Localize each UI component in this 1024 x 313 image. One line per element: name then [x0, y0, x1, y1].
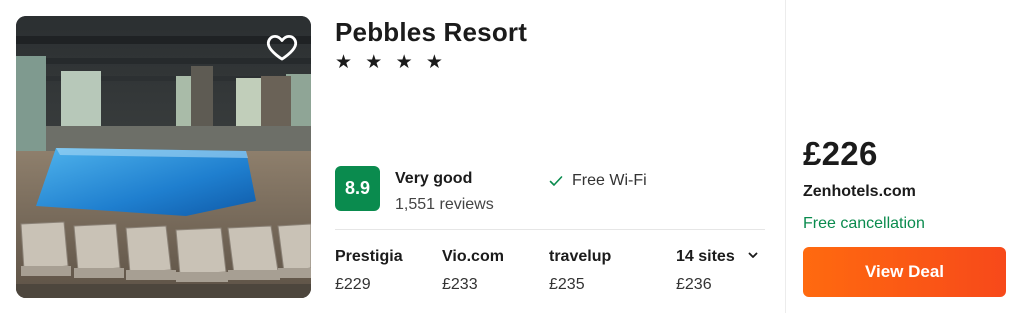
review-verdict: Very good	[395, 170, 473, 187]
provider-option[interactable]: Vio.com £233	[442, 248, 504, 294]
deal-price[interactable]: £226	[803, 135, 878, 173]
star-rating: ★ ★ ★ ★	[335, 52, 447, 73]
free-cancellation-label: Free cancellation	[803, 215, 925, 232]
provider-price: £229	[335, 276, 371, 293]
best-deal-panel: £226 Zenhotels.com Free cancellation Vie…	[803, 0, 1008, 313]
heart-outline-icon	[266, 34, 298, 61]
provider-price: £235	[549, 276, 585, 293]
view-deal-button[interactable]: View Deal	[803, 247, 1006, 297]
more-sites-label: 14 sites	[676, 248, 735, 265]
hotel-name[interactable]: Pebbles Resort	[335, 17, 527, 48]
hotel-info: Pebbles Resort ★ ★ ★ ★ 8.9 Very good 1,5…	[335, 0, 765, 313]
review-score-badge: 8.9	[335, 166, 380, 211]
provider-option[interactable]: travelup £235	[549, 248, 611, 294]
provider-name: Vio.com	[442, 248, 504, 265]
provider-name: Prestigia	[335, 248, 403, 265]
favorite-button[interactable]	[265, 30, 299, 64]
hotel-photo[interactable]	[16, 16, 311, 298]
rating-row: 8.9 Very good 1,551 reviews Free Wi-Fi	[335, 166, 765, 214]
review-count[interactable]: 1,551 reviews	[395, 196, 494, 214]
check-icon	[549, 176, 563, 186]
amenity-wifi: Free Wi-Fi	[548, 172, 647, 190]
divider	[335, 229, 765, 230]
more-sites-price: £236	[676, 276, 712, 293]
amenity-label: Free Wi-Fi	[572, 172, 647, 189]
hotel-result-card[interactable]: Pebbles Resort ★ ★ ★ ★ 8.9 Very good 1,5…	[0, 0, 1024, 313]
provider-name: travelup	[549, 248, 612, 265]
provider-option[interactable]: Prestigia £229	[335, 248, 403, 294]
column-divider	[785, 0, 786, 313]
provider-prices: Prestigia £229 Vio.com £233 travelup £23…	[335, 248, 765, 298]
more-sites-dropdown[interactable]: 14 sites £236	[676, 248, 759, 294]
provider-price: £233	[442, 276, 478, 293]
deal-provider: Zenhotels.com	[803, 183, 916, 200]
chevron-down-icon	[748, 252, 758, 258]
